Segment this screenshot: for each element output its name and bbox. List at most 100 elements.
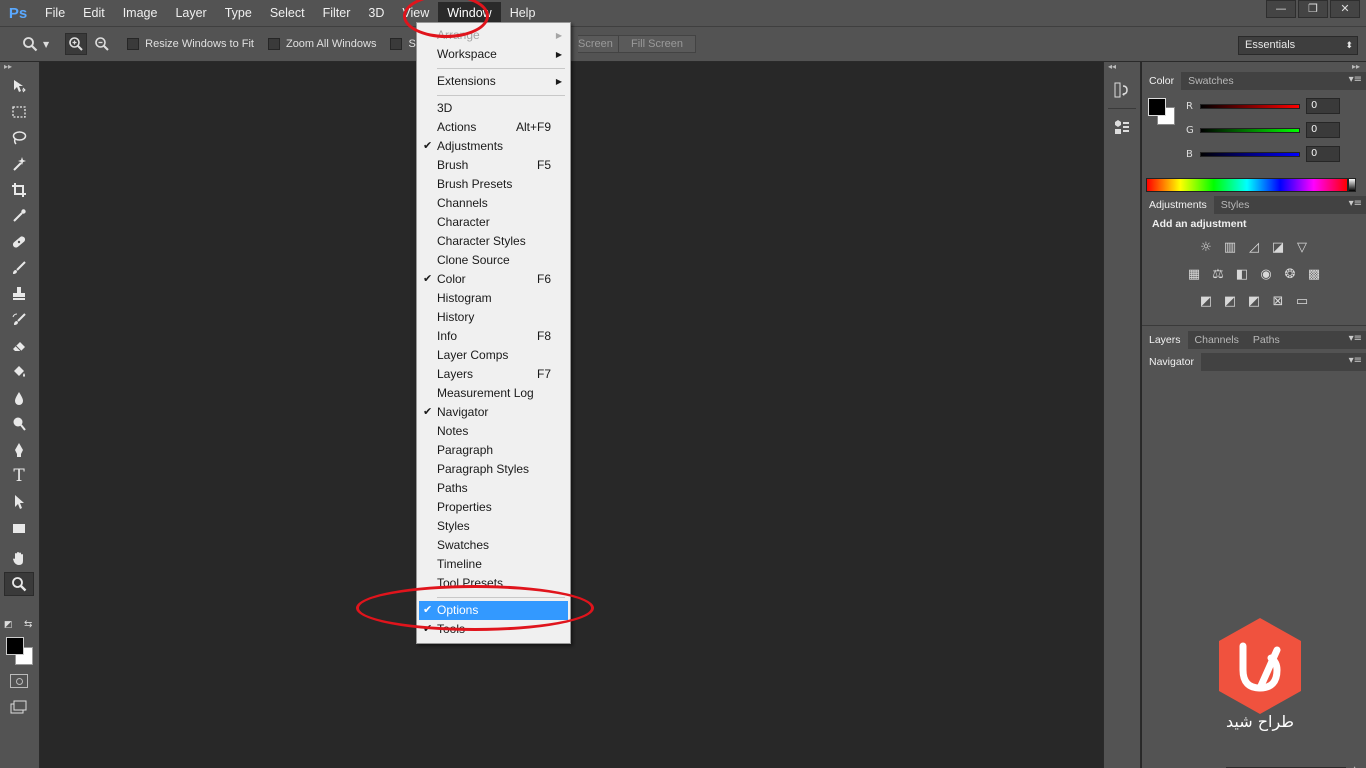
blue-slider[interactable]: B 0 [1186, 144, 1356, 164]
quick-mask-icon[interactable] [10, 674, 28, 688]
zoom-out-button[interactable] [91, 33, 113, 55]
menu-item-notes[interactable]: Notes [419, 422, 568, 441]
gradient-map-icon[interactable]: ▭ [1293, 292, 1311, 310]
zoom-all-checkbox[interactable]: Zoom All Windows [267, 38, 376, 50]
black-white-ramp[interactable] [1348, 178, 1356, 192]
panel-collapse-icon[interactable]: ▸▸ [1142, 62, 1366, 72]
menu-item-navigator[interactable]: ✔ Navigator [419, 403, 568, 422]
menu-type[interactable]: Type [216, 2, 261, 24]
tab-color[interactable]: Color [1142, 72, 1182, 90]
panel-menu-icon[interactable]: ▾≡ [1349, 198, 1362, 209]
green-value-input[interactable]: 0 [1306, 122, 1340, 138]
menu-item-channels[interactable]: Channels [419, 194, 568, 213]
menu-edit[interactable]: Edit [74, 2, 114, 24]
color-spectrum-bar[interactable] [1146, 178, 1348, 192]
menu-item-layer-comps[interactable]: Layer Comps [419, 346, 568, 365]
menu-item-actions[interactable]: Actions Alt+F9 [419, 118, 568, 137]
fit-screen-button[interactable]: Screen [578, 35, 620, 53]
menu-item-history[interactable]: History [419, 308, 568, 327]
menu-item-3d[interactable]: 3D [419, 99, 568, 118]
blur-tool-icon[interactable] [4, 386, 34, 410]
menu-item-timeline[interactable]: Timeline [419, 555, 568, 574]
foreground-color-swatch[interactable] [1148, 98, 1166, 116]
blue-value-input[interactable]: 0 [1306, 146, 1340, 162]
curves-icon[interactable]: ◿ [1245, 238, 1263, 256]
paint-bucket-icon[interactable] [4, 360, 34, 384]
blue-gradient-bar[interactable] [1200, 151, 1300, 157]
zoom-in-mountain-icon[interactable]: ▲ [1350, 763, 1359, 768]
photo-filter-icon[interactable]: ◉ [1257, 265, 1275, 283]
tab-paths[interactable]: Paths [1246, 331, 1287, 349]
dodge-tool-icon[interactable] [4, 412, 34, 436]
zoom-in-button[interactable] [65, 33, 88, 55]
history-panel-icon[interactable] [1109, 78, 1135, 102]
fill-screen-button[interactable]: Fill Screen [618, 35, 696, 53]
exposure-icon[interactable]: ◪ [1269, 238, 1287, 256]
document-canvas[interactable] [41, 62, 1103, 768]
menu-layer[interactable]: Layer [166, 2, 215, 24]
hue-saturation-icon[interactable]: ▦ [1185, 265, 1203, 283]
tab-adjustments[interactable]: Adjustments [1142, 196, 1214, 214]
panel-menu-icon[interactable]: ▾≡ [1349, 355, 1362, 366]
properties-panel-icon[interactable] [1109, 115, 1135, 139]
healing-brush-icon[interactable] [4, 230, 34, 254]
minimize-button[interactable]: — [1266, 0, 1296, 18]
marquee-tool-icon[interactable] [4, 100, 34, 124]
panel-menu-icon[interactable]: ▾≡ [1349, 74, 1362, 85]
tab-channels[interactable]: Channels [1188, 331, 1246, 349]
menu-item-paragraph-styles[interactable]: Paragraph Styles [419, 460, 568, 479]
panel-collapse-icon[interactable]: ▸▸ [0, 62, 39, 72]
color-balance-icon[interactable]: ⚖ [1209, 265, 1227, 283]
resize-windows-checkbox[interactable]: Resize Windows to Fit [127, 38, 254, 50]
threshold-icon[interactable]: ◩ [1245, 292, 1263, 310]
tab-layers[interactable]: Layers [1142, 331, 1188, 349]
panel-menu-icon[interactable]: ▾≡ [1349, 333, 1362, 344]
brush-tool-icon[interactable] [4, 256, 34, 280]
tab-styles[interactable]: Styles [1214, 196, 1257, 214]
menu-item-swatches[interactable]: Swatches [419, 536, 568, 555]
menu-3d[interactable]: 3D [359, 2, 393, 24]
menu-item-adjustments[interactable]: ✔ Adjustments [419, 137, 568, 156]
move-tool-icon[interactable] [4, 74, 34, 98]
restore-button[interactable]: ❐ [1298, 0, 1328, 18]
posterize-icon[interactable]: ◩ [1221, 292, 1239, 310]
menu-item-info[interactable]: Info F8 [419, 327, 568, 346]
menu-file[interactable]: File [36, 2, 74, 24]
menu-filter[interactable]: Filter [314, 2, 360, 24]
brightness-contrast-icon[interactable]: ☼ [1197, 238, 1215, 256]
green-slider[interactable]: G 0 [1186, 120, 1356, 140]
crop-tool-icon[interactable] [4, 178, 34, 202]
selective-color-icon[interactable]: ⊠ [1269, 292, 1287, 310]
menu-item-character[interactable]: Character [419, 213, 568, 232]
foreground-color-swatch[interactable] [6, 637, 24, 655]
menu-item-paragraph[interactable]: Paragraph [419, 441, 568, 460]
menu-item-brush-presets[interactable]: Brush Presets [419, 175, 568, 194]
menu-item-layers[interactable]: Layers F7 [419, 365, 568, 384]
clone-stamp-icon[interactable] [4, 282, 34, 306]
eraser-icon[interactable] [4, 334, 34, 358]
zoom-tool-icon[interactable] [4, 572, 34, 596]
screen-mode-icon[interactable] [10, 700, 28, 714]
menu-item-brush[interactable]: Brush F5 [419, 156, 568, 175]
menu-item-styles[interactable]: Styles [419, 517, 568, 536]
channel-mixer-icon[interactable]: ❂ [1281, 265, 1299, 283]
menu-image[interactable]: Image [114, 2, 167, 24]
tab-swatches[interactable]: Swatches [1181, 72, 1241, 90]
tab-navigator[interactable]: Navigator [1142, 353, 1201, 371]
default-colors-icon[interactable]: ◩ [4, 620, 13, 630]
red-value-input[interactable]: 0 [1306, 98, 1340, 114]
menu-item-measurement-log[interactable]: Measurement Log [419, 384, 568, 403]
hand-tool-icon[interactable] [4, 546, 34, 570]
menu-select[interactable]: Select [261, 2, 314, 24]
menu-item-clone-source[interactable]: Clone Source [419, 251, 568, 270]
red-slider[interactable]: R 0 [1186, 96, 1356, 116]
workspace-select[interactable]: Essentials ⬍ [1238, 36, 1358, 55]
magic-wand-icon[interactable] [4, 152, 34, 176]
menu-item-character-styles[interactable]: Character Styles [419, 232, 568, 251]
close-button[interactable]: ✕ [1330, 0, 1360, 18]
tool-preset-picker[interactable]: ▼ [22, 36, 49, 52]
swap-colors-icon[interactable]: ⇆ [24, 619, 32, 630]
path-selection-icon[interactable] [4, 490, 34, 514]
menu-item-paths[interactable]: Paths [419, 479, 568, 498]
pen-tool-icon[interactable] [4, 438, 34, 462]
